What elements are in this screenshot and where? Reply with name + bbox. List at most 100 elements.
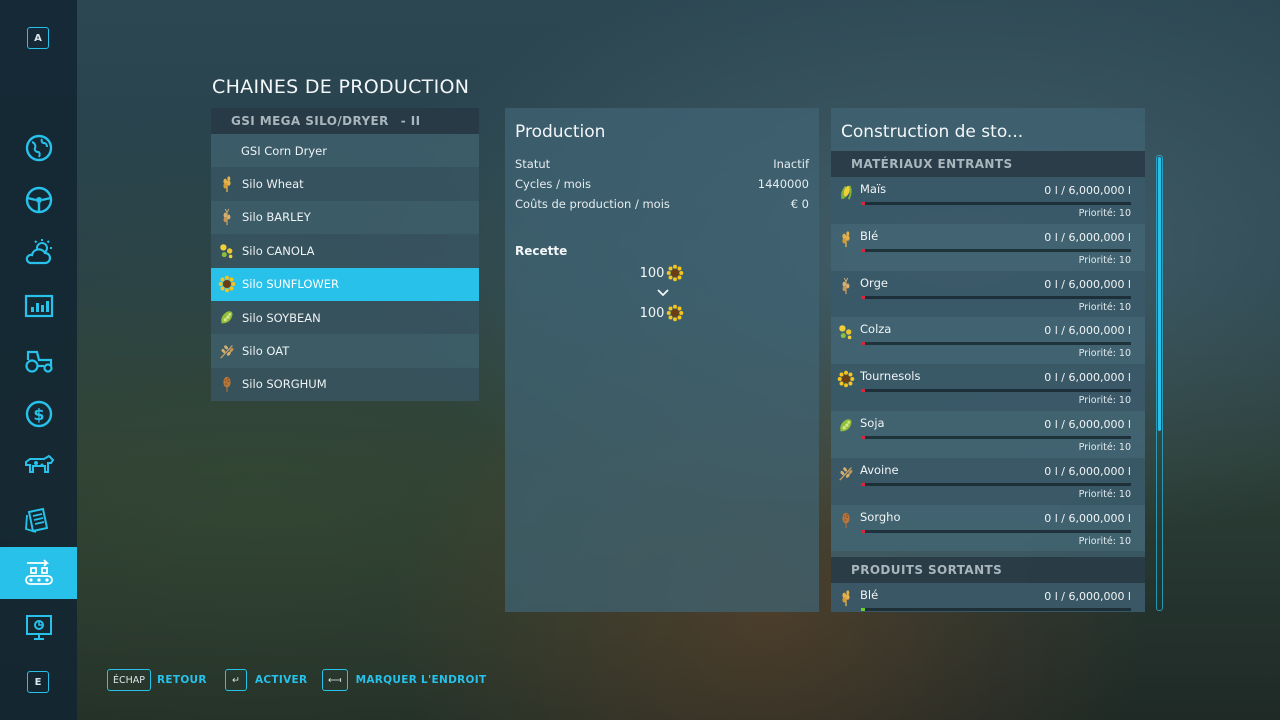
storage-fill-bar — [861, 248, 1131, 252]
status-row: Statut Inactif — [505, 154, 819, 174]
storage-scrollbar[interactable] — [1156, 155, 1163, 611]
nav-item-map[interactable] — [0, 122, 77, 174]
scrollbar-thumb[interactable] — [1158, 157, 1161, 431]
mark-location-button[interactable]: ⟻ MARQUER L'ENDROIT — [322, 669, 486, 691]
nav-item-production[interactable] — [0, 547, 77, 599]
recipe-input-amount: 100 — [639, 265, 665, 281]
nav-item-weather[interactable] — [0, 226, 77, 278]
storage-name: Maïs — [860, 182, 887, 196]
storage-row: Sorgho 0 l / 6,000,000 l Priorité: 10 — [831, 504, 1145, 552]
list-item-silo-oat[interactable]: Silo OAT — [211, 334, 479, 368]
production-point-name: GSI MEGA SILO/DRYER — [231, 114, 389, 128]
storage-name: Colza — [860, 322, 892, 337]
list-item-corn-dryer[interactable]: GSI Corn Dryer — [211, 134, 479, 168]
storage-priority: Priorité: 10 — [1078, 441, 1131, 453]
recipe-arrow — [505, 282, 819, 304]
cost-value: € 0 — [790, 197, 809, 211]
weather-icon — [25, 239, 52, 265]
storage-row: Blé 0 l / 6,000,000 l Priorité: 10 — [831, 223, 1145, 271]
escape-key-hint: ÉCHAP — [107, 669, 152, 691]
nav-item-finances[interactable]: $ — [0, 388, 77, 440]
production-list: GSI MEGA SILO/DRYER - II GSI Corn Dryer … — [211, 108, 479, 402]
storage-fill-bar — [861, 435, 1131, 439]
cycles-value: 1440000 — [757, 177, 809, 191]
nav-item-contracts[interactable] — [0, 494, 77, 546]
storage-name: Blé — [860, 588, 879, 603]
storage-row: Maïs 0 l / 6,000,000 l Priorité: 10 — [831, 177, 1145, 224]
storage-priority: Priorité: 10 — [1078, 395, 1131, 407]
list-item-label: Silo CANOLA — [242, 243, 315, 258]
wheat-icon — [217, 174, 237, 194]
storage-name: Avoine — [860, 462, 899, 477]
nav-next-key-hint: E — [27, 671, 49, 693]
nav-prev-key-hint: A — [27, 27, 49, 49]
production-point-header: GSI MEGA SILO/DRYER - II — [211, 108, 479, 134]
list-item-silo-sunflower[interactable]: Silo SUNFLOWER — [211, 267, 479, 301]
svg-text:$: $ — [33, 405, 44, 424]
cycles-label: Cycles / mois — [515, 177, 592, 191]
list-item-silo-wheat[interactable]: Silo Wheat — [211, 167, 479, 201]
mark-location-label: MARQUER L'ENDROIT — [355, 674, 487, 686]
animals-icon — [24, 454, 54, 473]
soybean-icon — [217, 308, 237, 328]
nav-item-statistics[interactable] — [0, 280, 77, 332]
storage-amount: 0 l / 6,000,000 l — [1044, 371, 1131, 385]
storage-fill-bar — [861, 389, 1131, 393]
nav-item-vehicles[interactable] — [0, 174, 77, 226]
oat-icon — [217, 341, 237, 361]
storage-fill-bar — [861, 608, 1131, 612]
storage-amount: 0 l / 6,000,000 l — [1044, 324, 1131, 338]
corn-icon — [836, 182, 856, 202]
steering-wheel-icon — [25, 186, 52, 214]
canola-icon — [836, 322, 856, 342]
storage-priority: Priorité: 10 — [1078, 301, 1131, 313]
list-item-label: Silo OAT — [242, 344, 290, 359]
storage-fill-bar — [861, 295, 1131, 299]
storage-row: Orge 0 l / 6,000,000 l Priorité: 10 — [831, 270, 1145, 318]
activate-button[interactable]: ↵ ACTIVER — [225, 669, 307, 691]
cycles-row: Cycles / mois 1440000 — [505, 174, 819, 194]
nav-item-animals[interactable] — [0, 440, 77, 492]
storage-name: Tournesols — [860, 369, 921, 384]
sorghum-icon — [217, 374, 237, 394]
list-item-silo-canola[interactable]: Silo CANOLA — [211, 234, 479, 268]
status-label: Statut — [515, 157, 551, 171]
barley-icon — [217, 207, 237, 227]
mark-key-hint: ⟻ — [322, 669, 348, 691]
sunflower-icon — [836, 369, 856, 389]
sunflower-icon — [217, 274, 237, 294]
recipe-label: Recette — [515, 244, 568, 258]
page-title: CHAINES DE PRODUCTION — [212, 76, 470, 98]
storage-amount: 0 l / 6,000,000 l — [1044, 184, 1131, 197]
storage-priority: Priorité: 10 — [1078, 254, 1131, 266]
storage-fill-bar — [861, 202, 1131, 205]
storage-row: Soja 0 l / 6,000,000 l Priorité: 10 — [831, 410, 1145, 458]
contracts-icon — [24, 507, 48, 533]
statistics-icon — [24, 294, 53, 318]
oat-icon — [836, 463, 856, 483]
recipe-output-amount: 100 — [639, 305, 665, 321]
storage-priority: Priorité: 10 — [1078, 208, 1131, 219]
sidebar-nav: A $ E — [0, 0, 77, 720]
list-item-silo-barley[interactable]: Silo BARLEY — [211, 200, 479, 235]
storage-fill-bar — [861, 342, 1131, 346]
back-button[interactable]: ÉCHAP RETOUR — [107, 669, 207, 691]
inputs-header: MATÉRIAUX ENTRANTS — [831, 151, 1145, 177]
nav-item-vehicles-shop[interactable] — [0, 334, 77, 386]
barley-icon — [836, 276, 856, 296]
tractor-icon — [24, 350, 53, 373]
list-item-label: Silo Wheat — [242, 177, 304, 192]
storage-row: Avoine 0 l / 6,000,000 l Priorité: 10 — [831, 457, 1145, 505]
list-item-silo-sorghum[interactable]: Silo SORGHUM — [211, 367, 479, 402]
list-item-silo-soybean[interactable]: Silo SOYBEAN — [211, 300, 479, 335]
globe-map-icon — [25, 134, 52, 162]
finance-icon: $ — [25, 400, 52, 428]
nav-item-help[interactable] — [0, 601, 77, 653]
storage-fill-bar — [861, 482, 1131, 486]
production-chains-icon — [24, 559, 53, 585]
storage-name: Orge — [860, 275, 888, 290]
canola-icon — [217, 241, 237, 261]
storage-fill-bar — [861, 529, 1131, 533]
storage-priority: Priorité: 10 — [1078, 535, 1131, 547]
storage-name: Soja — [860, 415, 885, 430]
